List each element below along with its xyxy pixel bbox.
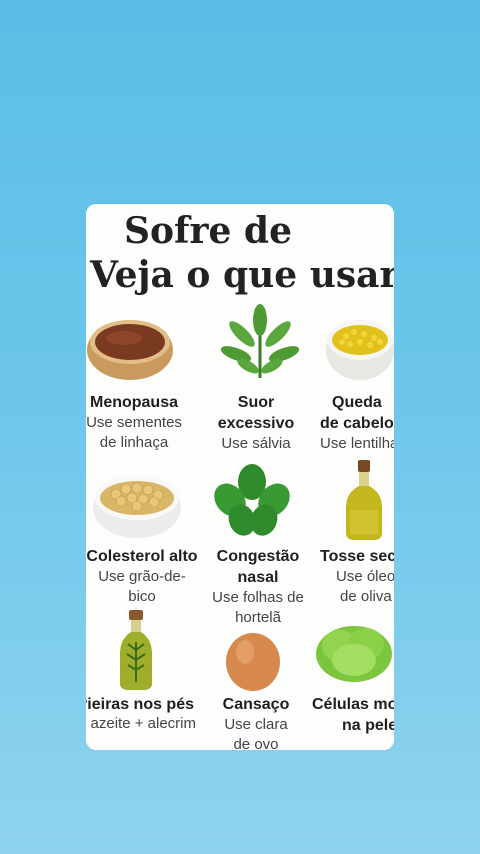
item-name: Colesterol alto [86, 548, 198, 565]
mint-leaves-icon [204, 462, 300, 538]
item-tip: Use clara [224, 716, 288, 733]
lentil-bowl-icon [324, 312, 394, 382]
item-tip: Use grão-de- [98, 568, 186, 585]
item-name: Suor [237, 394, 275, 411]
item-cansaco: Cansaço Use clara de ovo [196, 694, 316, 750]
rosemary-oil-bottle-icon [114, 610, 158, 690]
item-name: excessivo [217, 415, 295, 432]
item-name: Tosse seca [320, 548, 394, 565]
item-tosse-seca: Tosse seca Use óleo de oliva [302, 546, 394, 607]
item-tip: Use sálvia [221, 435, 291, 452]
item-colesterol-alto: Colesterol alto Use grão-de- bico [86, 546, 202, 607]
item-name: nasal [237, 569, 279, 586]
item-celulas-mortas: Células mortas na pele [312, 694, 394, 736]
lettuce-icon [314, 614, 394, 684]
item-name: Menopausa [89, 394, 178, 411]
item-queda-de-cabelo: Queda de cabelo Use lentilha [302, 392, 394, 454]
title-line-2: Veja o que usar: [90, 254, 394, 296]
sage-leaves-icon [214, 304, 306, 382]
item-congestao-nasal: Congestão nasal Use folhas de hortelã [198, 546, 318, 628]
olive-oil-bottle-icon [342, 460, 386, 540]
item-name: Células mortas [312, 696, 394, 713]
chickpea-bowl-icon [92, 468, 182, 540]
item-tip: Use azeite + alecrim [86, 715, 196, 732]
item-tip: de linhaça [99, 434, 169, 451]
item-name: de cabelo [320, 415, 394, 432]
item-tip: de oliva [340, 588, 392, 605]
item-name: Queda [332, 394, 382, 411]
title-line-1: Sofre de [124, 210, 292, 252]
item-name: Cansaço [222, 696, 290, 713]
flaxseed-bowl-icon [86, 312, 176, 384]
item-tip: Use óleo [336, 568, 394, 585]
item-menopausa: Menopausa Use sementes de linhaça [86, 392, 194, 453]
item-name: na pele [342, 717, 394, 734]
item-tip: de ovo [233, 736, 279, 750]
item-tip: Use lentilha [320, 435, 394, 452]
item-tip: hortelã [235, 609, 281, 626]
item-tip: Use folhas de [212, 589, 304, 606]
item-suor-excessivo: Suor excessivo Use sálvia [196, 392, 316, 454]
egg-icon [224, 628, 282, 692]
item-name: Frieiras nos pés [86, 696, 194, 713]
item-tip: Use sementes [86, 414, 182, 431]
item-tip: bico [128, 588, 156, 605]
item-name: Congestão [216, 548, 300, 565]
infographic-card: Sofre de Veja o que usar: Menopausa Use … [86, 204, 394, 750]
